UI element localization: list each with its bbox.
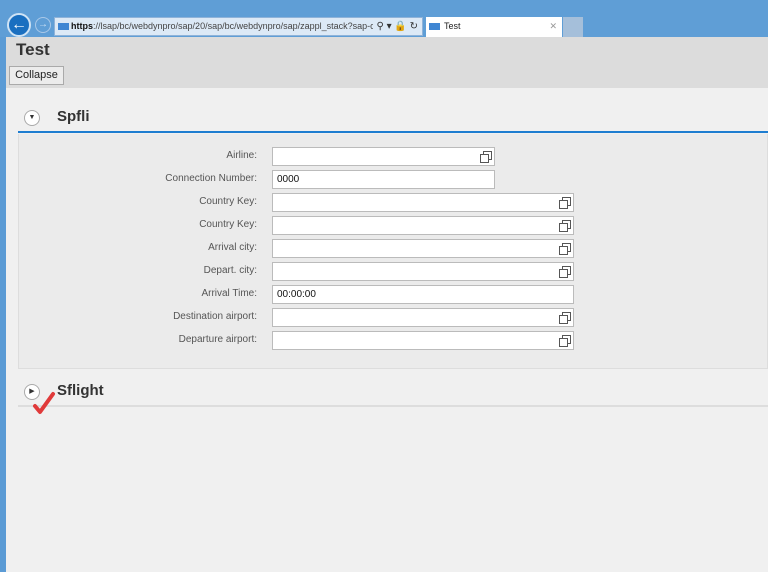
forward-button[interactable]: →	[35, 17, 51, 33]
input-field[interactable]	[272, 331, 574, 350]
sap-favicon-icon	[58, 23, 69, 30]
form-row: Arrival Time: 00:00:00	[19, 285, 768, 304]
form-row: Connection Number: 0000	[19, 170, 768, 189]
value-help-icon[interactable]	[480, 151, 492, 163]
input-field[interactable]	[272, 262, 574, 281]
form-row: Country Key:	[19, 216, 768, 235]
address-bar[interactable]: https://lsap/bc/webdynpro/sap/20/sap/bc/…	[54, 17, 423, 36]
field-label: Arrival Time:	[201, 288, 257, 299]
field-label: Country Key:	[199, 196, 257, 207]
panel-header-spfli[interactable]: ▼ Spfli	[18, 103, 768, 133]
field-label: Arrival city:	[208, 242, 257, 253]
page-header: Test Collapse	[6, 37, 768, 88]
input-field[interactable]	[272, 308, 574, 327]
form-row: Airline:	[19, 147, 768, 166]
search-lock-refresh-icon[interactable]: ⚲ ▾ 🔒 ↻	[373, 18, 418, 35]
form-row: Country Key:	[19, 193, 768, 212]
input-field[interactable]	[272, 147, 495, 166]
form-row: Destination airport:	[19, 308, 768, 327]
collapse-button[interactable]: Collapse	[9, 66, 64, 85]
form-row: Arrival city:	[19, 239, 768, 258]
field-label: Destination airport:	[173, 311, 257, 322]
panel-body-spfli: Airline: Connection Number: 0000 Country …	[18, 134, 768, 369]
close-tab-icon[interactable]: ✕	[549, 17, 557, 36]
browser-tab[interactable]: Test ✕	[426, 17, 562, 37]
panel-header-sflight[interactable]: ▶ Sflight	[18, 377, 768, 407]
form-row: Depart. city:	[19, 262, 768, 281]
value-help-icon[interactable]	[559, 243, 571, 255]
form-row: Departure airport:	[19, 331, 768, 350]
value-help-icon[interactable]	[559, 220, 571, 232]
input-field[interactable]	[272, 216, 574, 235]
panel-title: Spfli	[57, 108, 90, 125]
field-label: Country Key:	[199, 219, 257, 230]
browser-toolbar: ← → https://lsap/bc/webdynpro/sap/20/sap…	[0, 0, 768, 37]
input-field[interactable]: 0000	[272, 170, 495, 189]
input-field[interactable]	[272, 239, 574, 258]
value-help-icon[interactable]	[559, 312, 571, 324]
field-label: Connection Number:	[165, 173, 257, 184]
page: Test Collapse ▼ Spfli Airline: Connectio…	[6, 37, 768, 572]
checkmark-icon	[33, 392, 55, 414]
field-label: Depart. city:	[203, 265, 257, 276]
page-title: Test	[16, 40, 50, 59]
input-field[interactable]: 00:00:00	[272, 285, 574, 304]
new-tab-button[interactable]	[563, 17, 583, 37]
expand-toggle-icon[interactable]: ▼	[24, 110, 40, 126]
value-help-icon[interactable]	[559, 266, 571, 278]
panel-title: Sflight	[57, 382, 104, 399]
field-label: Airline:	[226, 150, 257, 161]
sap-favicon-icon	[429, 23, 440, 30]
value-help-icon[interactable]	[559, 335, 571, 347]
value-help-icon[interactable]	[559, 197, 571, 209]
input-field[interactable]	[272, 193, 574, 212]
back-button[interactable]: ←	[7, 13, 31, 37]
field-label: Departure airport:	[178, 334, 257, 345]
